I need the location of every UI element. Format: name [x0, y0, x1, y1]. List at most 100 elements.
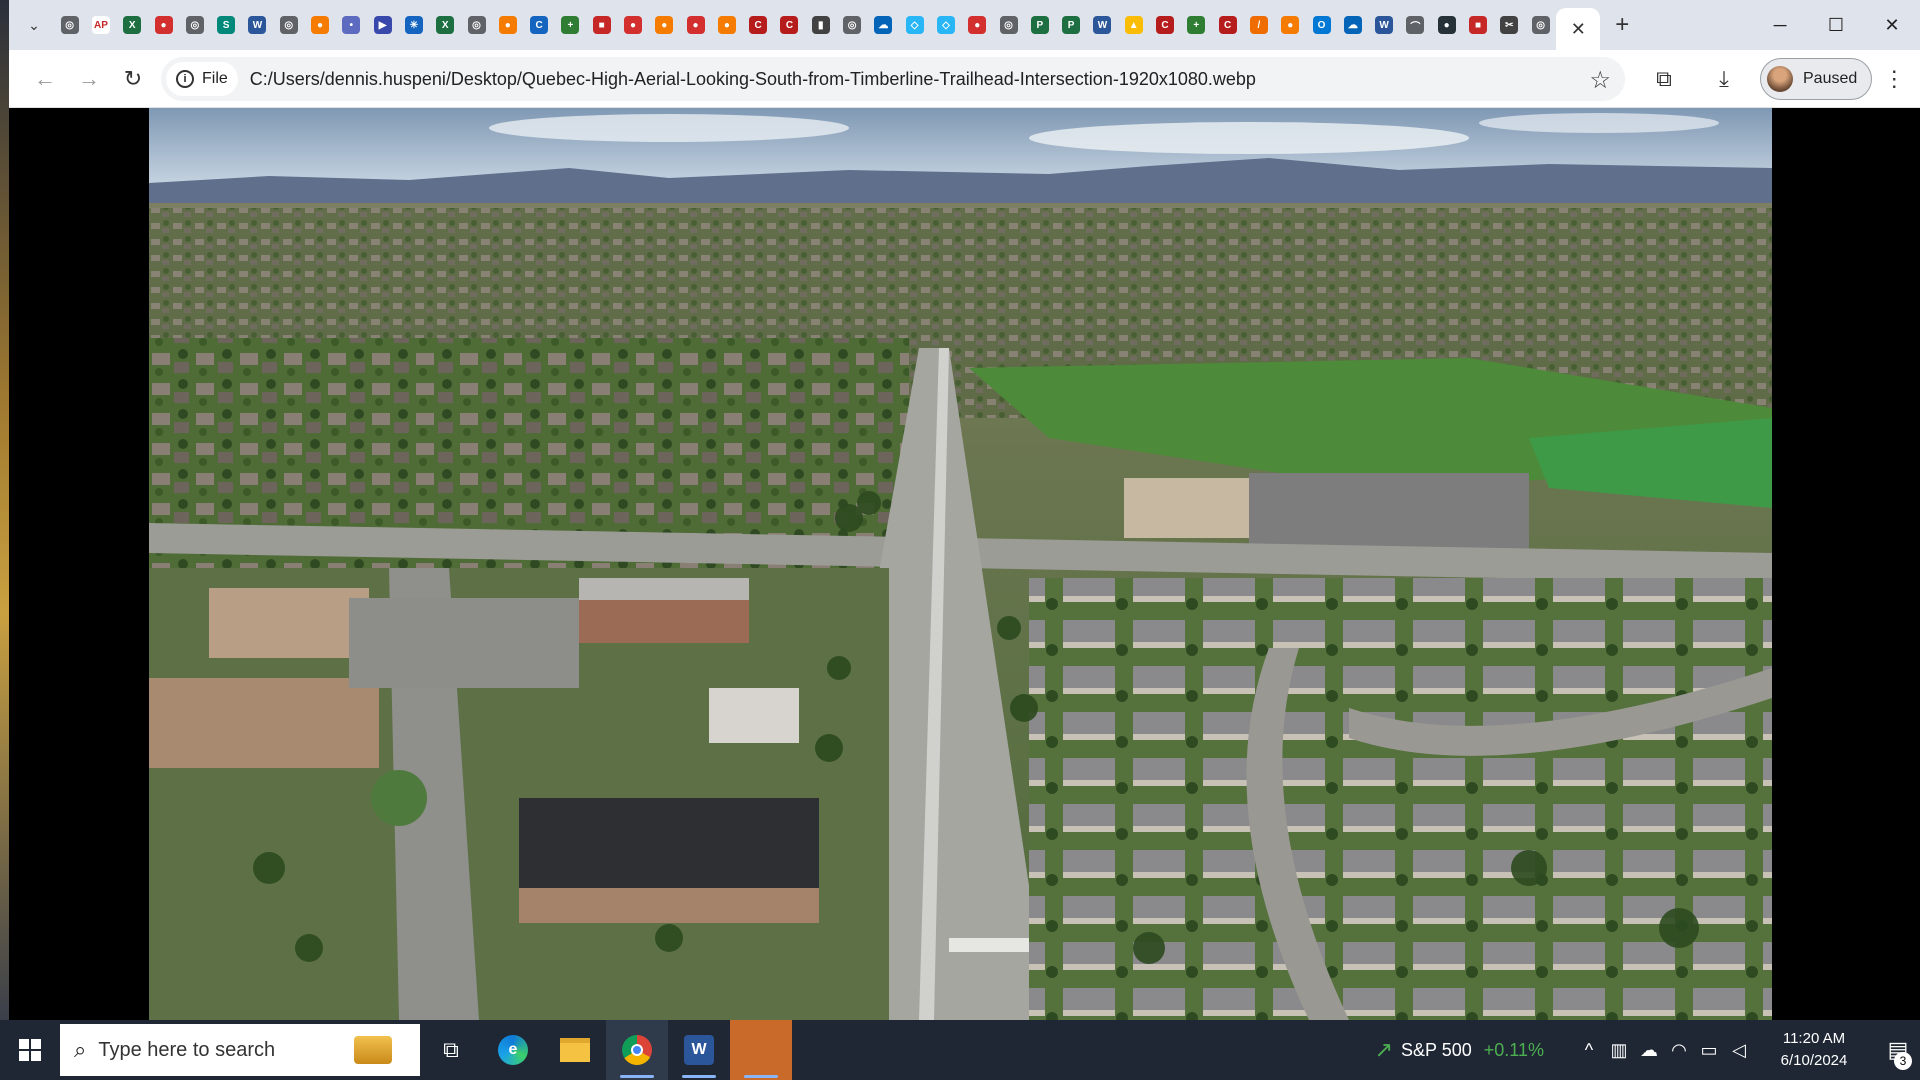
- pinned-tab[interactable]: ◇: [899, 0, 930, 50]
- stock-ticker-widget[interactable]: ↗ S&P 500 +0.11%: [1375, 1037, 1544, 1063]
- extensions-puzzle-icon[interactable]: ⧉: [1634, 50, 1694, 108]
- taskbar-search-box[interactable]: ⌕ Type here to search: [60, 1024, 420, 1076]
- teal-icon: S: [217, 16, 236, 34]
- pinned-tab[interactable]: ●: [1275, 0, 1306, 50]
- pinned-tab[interactable]: ●: [1431, 0, 1462, 50]
- close-tab-icon[interactable]: ✕: [1571, 19, 1586, 40]
- browser-toolbar: ← → ↻ i File C:/Users/dennis.huspeni/Des…: [9, 50, 1920, 108]
- task-view-button[interactable]: ⧉: [420, 1020, 482, 1080]
- new-tab-button[interactable]: +: [1600, 0, 1644, 50]
- pinned-tab[interactable]: /: [1243, 0, 1274, 50]
- profile-status-label: Paused: [1803, 70, 1858, 87]
- address-bar[interactable]: i File C:/Users/dennis.huspeni/Desktop/Q…: [161, 57, 1625, 101]
- pinned-tab[interactable]: +: [1181, 0, 1212, 50]
- back-button[interactable]: ←: [23, 57, 67, 101]
- info-icon: i: [176, 70, 194, 88]
- site-info-chip[interactable]: i File: [166, 62, 238, 96]
- scissors-icon: ✂: [1500, 16, 1519, 34]
- maximize-button[interactable]: ☐: [1808, 0, 1864, 50]
- pinned-tab[interactable]: C: [523, 0, 554, 50]
- close-window-button[interactable]: ✕: [1864, 0, 1920, 50]
- pinned-tab[interactable]: ◎: [836, 0, 867, 50]
- pinned-tab[interactable]: ☁: [868, 0, 899, 50]
- tray-app-icon[interactable]: ▥: [1604, 1040, 1634, 1061]
- task-view-icon: ⧉: [443, 1037, 459, 1062]
- forward-button[interactable]: →: [67, 57, 111, 101]
- pinned-tab[interactable]: ◎: [1525, 0, 1556, 50]
- pinned-tab-favicons: ◎ AP X ● ◎ S W ◎ ● • ▶ ✳ X ◎ ● C + ■ ● ● ● ● C C ▮ ◎ ☁ ◇ ◇ ● ◎ P P W ▲ C + C /…: [54, 0, 1556, 50]
- pinned-tab[interactable]: ●: [680, 0, 711, 50]
- pinned-tab[interactable]: W: [1087, 0, 1118, 50]
- word-taskbar-button[interactable]: W: [668, 1020, 730, 1080]
- pinned-tab[interactable]: ■: [1462, 0, 1493, 50]
- tab-search-chevron-icon[interactable]: ⌄: [20, 11, 48, 39]
- pinned-tab[interactable]: C: [743, 0, 774, 50]
- edge-taskbar-button[interactable]: e: [482, 1020, 544, 1080]
- pinned-tab[interactable]: X: [430, 0, 461, 50]
- document-icon: ▮: [811, 16, 830, 34]
- pinned-tab[interactable]: ◎: [54, 0, 85, 50]
- word-icon: W: [684, 1035, 714, 1065]
- pinned-tab[interactable]: AP: [85, 0, 116, 50]
- pinned-tab[interactable]: ●: [148, 0, 179, 50]
- file-explorer-taskbar-button[interactable]: [544, 1020, 606, 1080]
- download-icon[interactable]: ⤓: [1694, 50, 1754, 108]
- active-tab[interactable]: ✕: [1556, 8, 1601, 50]
- teams-icon: •: [342, 16, 361, 34]
- clock-date: 6/10/2024: [1780, 1052, 1848, 1069]
- reload-button[interactable]: ↻: [111, 57, 155, 101]
- pinned-tab[interactable]: ◇: [930, 0, 961, 50]
- pinned-tab[interactable]: S: [210, 0, 241, 50]
- pinned-tab[interactable]: ●: [649, 0, 680, 50]
- chrome-taskbar-button[interactable]: [606, 1020, 668, 1080]
- start-button[interactable]: [0, 1020, 60, 1080]
- pinned-tab[interactable]: P: [1056, 0, 1087, 50]
- pinned-tab[interactable]: ●: [711, 0, 742, 50]
- pinned-tab[interactable]: ▲: [1118, 0, 1149, 50]
- pinned-tab[interactable]: ◎: [993, 0, 1024, 50]
- show-hidden-icons-chevron-icon[interactable]: ^: [1574, 1040, 1604, 1061]
- url-text[interactable]: C:/Users/dennis.huspeni/Desktop/Quebec-H…: [250, 69, 1256, 90]
- pinned-tab[interactable]: C: [1149, 0, 1180, 50]
- wifi-icon[interactable]: ◠: [1664, 1040, 1694, 1061]
- pinned-tab[interactable]: W: [1368, 0, 1399, 50]
- system-tray: ↗ S&P 500 +0.11% ^ ▥ ☁ ◠ ▭ ◁ 11:20 AM 6/…: [1375, 1020, 1920, 1080]
- pinned-tab[interactable]: ●: [304, 0, 335, 50]
- battery-icon[interactable]: ▭: [1694, 1040, 1724, 1061]
- orange-app-taskbar-button[interactable]: [730, 1020, 792, 1080]
- chrome-menu-icon[interactable]: ⋮: [1872, 50, 1916, 108]
- pinned-tab[interactable]: ●: [962, 0, 993, 50]
- pinned-tab[interactable]: X: [117, 0, 148, 50]
- volume-icon[interactable]: ◁: [1724, 1040, 1754, 1061]
- pinned-tab[interactable]: ■: [586, 0, 617, 50]
- pinned-tab[interactable]: O: [1306, 0, 1337, 50]
- pinned-tab[interactable]: ◎: [179, 0, 210, 50]
- pinned-tab[interactable]: W: [242, 0, 273, 50]
- onedrive-error-icon[interactable]: ☁: [1634, 1040, 1664, 1061]
- pinned-tab[interactable]: ✂: [1494, 0, 1525, 50]
- pinned-tab[interactable]: +: [555, 0, 586, 50]
- bookmark-star-icon[interactable]: ☆: [1589, 66, 1611, 95]
- pinned-tab[interactable]: ⌒: [1400, 0, 1431, 50]
- pinned-tab[interactable]: C: [1212, 0, 1243, 50]
- taskbar-clock[interactable]: 11:20 AM 6/10/2024: [1766, 1028, 1862, 1072]
- pinned-tab[interactable]: ☁: [1337, 0, 1368, 50]
- pinned-tab[interactable]: ●: [492, 0, 523, 50]
- pinned-tab[interactable]: ✳: [398, 0, 429, 50]
- pinned-tab[interactable]: ◎: [461, 0, 492, 50]
- pinned-tab[interactable]: ◎: [273, 0, 304, 50]
- pinned-tab[interactable]: ▮: [805, 0, 836, 50]
- notification-center-button[interactable]: ▤ 3: [1876, 1020, 1920, 1080]
- pinned-tab[interactable]: •: [336, 0, 367, 50]
- pinned-tab[interactable]: ●: [617, 0, 648, 50]
- edge-icon: e: [498, 1035, 528, 1065]
- minimize-button[interactable]: ─: [1752, 0, 1808, 50]
- globe-icon: ◎: [279, 16, 298, 34]
- pinned-tab[interactable]: ▶: [367, 0, 398, 50]
- search-icon: ⌕: [74, 1037, 87, 1062]
- pinned-tab[interactable]: C: [774, 0, 805, 50]
- pinned-tab[interactable]: P: [1024, 0, 1055, 50]
- profile-button[interactable]: Paused: [1760, 58, 1873, 100]
- page-viewport: [9, 108, 1920, 1020]
- globe-icon: ◎: [467, 16, 486, 34]
